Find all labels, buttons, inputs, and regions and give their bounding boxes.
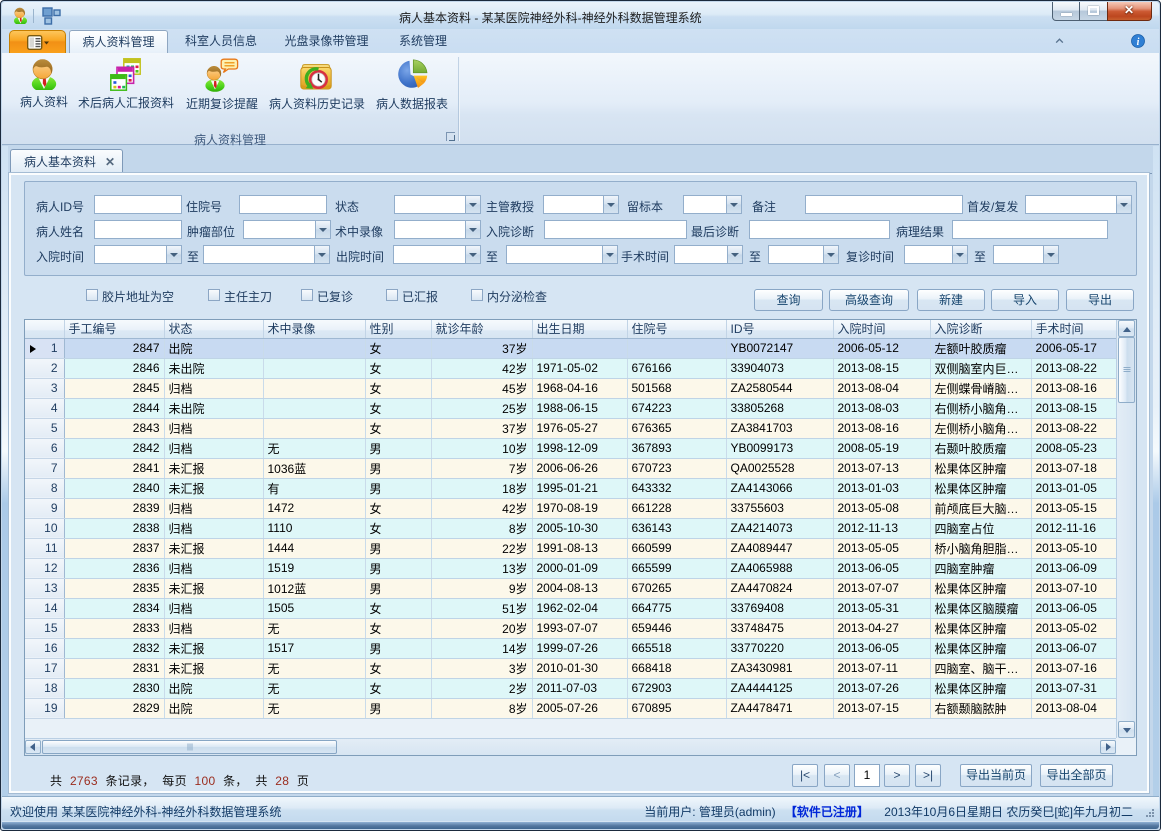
svg-text:i: i bbox=[1137, 37, 1140, 48]
